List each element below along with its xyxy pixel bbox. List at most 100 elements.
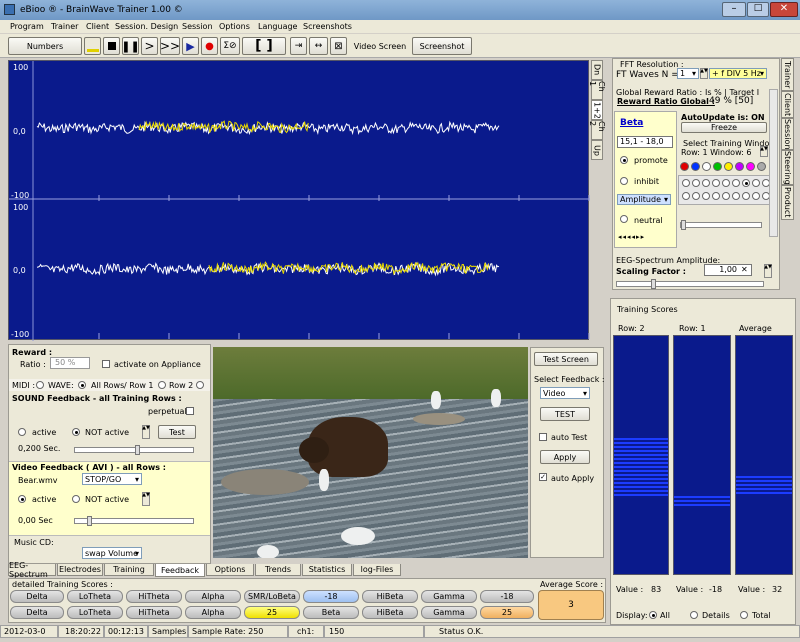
sound-spinner[interactable]: ▲▼: [142, 425, 150, 439]
midi-radio[interactable]: [36, 381, 44, 389]
sound-not-active-radio[interactable]: [72, 428, 80, 436]
color-dot[interactable]: [702, 162, 711, 171]
right-tab-steering[interactable]: Steering: [781, 150, 794, 185]
window-grid-cell[interactable]: [692, 192, 700, 200]
settings-scrollbar[interactable]: [769, 89, 778, 237]
row3-radio[interactable]: [196, 381, 204, 389]
window-grid-cell[interactable]: [682, 192, 690, 200]
close-box-icon[interactable]: ⊠: [330, 37, 347, 55]
window-grid-cell[interactable]: [752, 192, 760, 200]
menu-client[interactable]: Client: [86, 22, 109, 31]
right-tab-client[interactable]: Client: [781, 91, 794, 118]
window-grid-cell[interactable]: [722, 179, 730, 187]
minimize-button[interactable]: –: [722, 2, 746, 17]
perpetual-checkbox[interactable]: [186, 407, 194, 415]
color-dot[interactable]: [746, 162, 755, 171]
test-screen-button[interactable]: Test Screen: [534, 352, 598, 366]
color-dot[interactable]: [691, 162, 700, 171]
tab-options[interactable]: Options: [206, 564, 254, 576]
window-grid-cell[interactable]: [682, 179, 690, 187]
menu-program[interactable]: Program: [10, 22, 44, 31]
color-dot[interactable]: [724, 162, 733, 171]
window-grid[interactable]: [678, 175, 770, 205]
side-tab-ch2[interactable]: Ch 2: [588, 120, 606, 140]
band-name[interactable]: Beta: [620, 118, 643, 128]
pause-icon[interactable]: ❚❚: [121, 37, 140, 55]
menu-trainer[interactable]: Trainer: [51, 22, 78, 31]
auto-test-checkbox[interactable]: [539, 433, 547, 441]
activate-appliance-checkbox[interactable]: [102, 360, 110, 368]
right-tab-trainer[interactable]: Trainer: [781, 58, 794, 91]
tab-electrodes[interactable]: Electrodes: [57, 564, 103, 576]
color-dot[interactable]: [713, 162, 722, 171]
sound-slider[interactable]: [74, 445, 194, 455]
screenshot-button[interactable]: Screenshot: [412, 37, 472, 55]
side-tab-ch1[interactable]: Ch 1: [588, 80, 606, 100]
sound-active-radio[interactable]: [18, 428, 26, 436]
band-nav-arrows[interactable]: ◂◂◂◂▸▸: [618, 233, 672, 242]
numbers-button[interactable]: Numbers: [8, 37, 82, 55]
side-tab-dn[interactable]: Dn: [591, 60, 603, 80]
swap-volume-select[interactable]: swap Volume: [82, 547, 142, 559]
display-all-radio[interactable]: [649, 611, 657, 619]
record-icon[interactable]: ●: [201, 37, 218, 55]
fft-waves-select[interactable]: 1: [677, 68, 699, 79]
amplitude-select[interactable]: Amplitude: [617, 194, 671, 205]
video-screen-button[interactable]: Video Screen: [352, 37, 408, 55]
panel-slider[interactable]: [680, 220, 762, 230]
color-dot[interactable]: [735, 162, 744, 171]
record-play-icon[interactable]: ▶: [182, 37, 199, 55]
brackets-button[interactable]: [ ]: [242, 37, 286, 55]
play-icon[interactable]: >: [141, 37, 158, 55]
display-details-radio[interactable]: [690, 611, 698, 619]
row2-radio[interactable]: [158, 381, 166, 389]
right-tab-product[interactable]: Product: [781, 185, 794, 220]
tab-statistics[interactable]: Statistics: [302, 564, 352, 576]
menu-options[interactable]: Options: [219, 22, 250, 31]
neutral-radio[interactable]: [620, 215, 628, 223]
tab-feedback[interactable]: Feedback: [155, 564, 205, 577]
window-grid-cell[interactable]: [702, 192, 710, 200]
stop-icon[interactable]: [103, 37, 120, 55]
window-grid-cell[interactable]: [722, 192, 730, 200]
window-grid-cell[interactable]: [702, 179, 710, 187]
menu-screenshots[interactable]: Screenshots: [303, 22, 352, 31]
scaling-slider[interactable]: [616, 279, 764, 289]
test-button[interactable]: TEST: [540, 407, 590, 421]
window-spinner[interactable]: ▲▼: [760, 146, 768, 157]
tab-trends[interactable]: Trends: [255, 564, 301, 576]
auto-apply-checkbox[interactable]: ✓: [539, 473, 547, 481]
sigma-icon[interactable]: Σ⊘: [220, 37, 240, 55]
window-grid-cell[interactable]: [732, 179, 740, 187]
color-dot[interactable]: [680, 162, 689, 171]
window-grid-cell[interactable]: [752, 179, 760, 187]
video-mode-select[interactable]: STOP/GO: [82, 473, 142, 485]
video-slider[interactable]: [74, 516, 194, 526]
window-grid-cell[interactable]: [742, 192, 750, 200]
display-total-radio[interactable]: [740, 611, 748, 619]
window-grid-cell[interactable]: [712, 192, 720, 200]
arrow-in-icon[interactable]: ⇥: [290, 37, 307, 55]
promote-radio[interactable]: [620, 156, 628, 164]
scaling-spinner[interactable]: ▲▼: [764, 264, 772, 278]
close-button[interactable]: ✕: [770, 2, 798, 17]
menu-language[interactable]: Language: [258, 22, 297, 31]
tab-log-files[interactable]: log-Files: [353, 564, 401, 576]
expand-icon[interactable]: ↔: [309, 37, 328, 55]
menu-session[interactable]: Session: [182, 22, 213, 31]
band-range[interactable]: 15,1 - 18,0: [617, 136, 673, 148]
bars-icon[interactable]: [84, 37, 101, 55]
window-grid-cell[interactable]: [732, 192, 740, 200]
maximize-button[interactable]: □: [747, 2, 769, 17]
menu-session-design[interactable]: Session. Design: [115, 22, 178, 31]
sound-test-button[interactable]: Test: [158, 425, 196, 439]
window-grid-cell[interactable]: [742, 179, 750, 187]
inhibit-radio[interactable]: [620, 177, 628, 185]
side-tab-1plus2[interactable]: 1+2: [591, 100, 603, 120]
tab-training[interactable]: Training: [104, 564, 154, 576]
apply-button[interactable]: Apply: [540, 450, 590, 464]
scaling-reset-icon[interactable]: ✕: [741, 265, 748, 274]
tab-eeg-spectrum[interactable]: EEG-Spectrum: [8, 561, 56, 579]
ratio-value[interactable]: 50 %: [50, 357, 90, 369]
feedback-select[interactable]: Video: [540, 387, 590, 399]
